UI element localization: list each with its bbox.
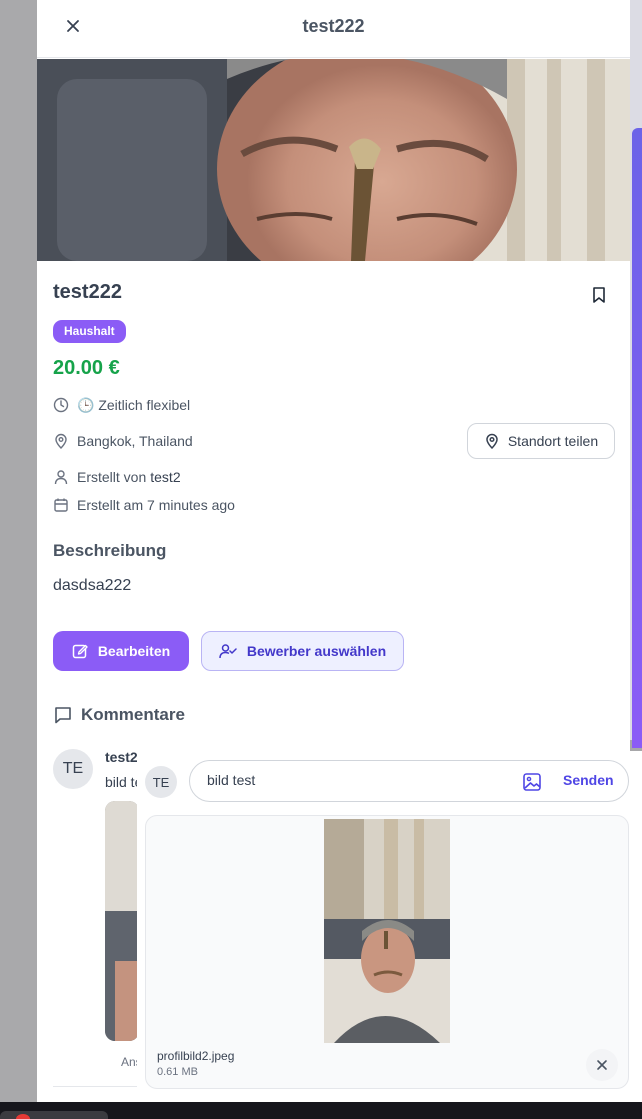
location-text: Bangkok, Thailand <box>77 433 193 449</box>
time-text: 🕒 Zeitlich flexibel <box>77 396 191 413</box>
comment-input[interactable] <box>207 772 487 788</box>
image-icon <box>523 773 541 791</box>
attachment-size: 0.61 MB <box>157 1066 198 1078</box>
panel-header: test222 <box>37 0 630 58</box>
scrollbar[interactable] <box>632 128 642 748</box>
app-indicator-icon <box>16 1114 30 1119</box>
edit-icon <box>72 643 88 659</box>
comments-heading: Kommentare <box>53 705 185 725</box>
edit-button[interactable]: Bearbeiten <box>53 631 189 671</box>
avatar: TE <box>145 766 177 798</box>
select-applicant-button[interactable]: Bewerber auswählen <box>201 631 404 671</box>
attachment-filename: profilbild2.jpeg <box>157 1049 235 1063</box>
attachment-preview: profilbild2.jpeg 0.61 MB <box>145 815 629 1089</box>
share-location-label: Standort teilen <box>507 433 599 449</box>
time-row: 🕒 Zeitlich flexibel <box>53 395 190 415</box>
send-button[interactable]: Senden <box>563 772 614 788</box>
comment-image[interactable] <box>105 801 139 1041</box>
comment-composer: TE Senden profilbild2.jpeg 0.61 M <box>137 751 642 1102</box>
created-by-label: Erstellt von <box>77 469 147 485</box>
comment-input-wrapper: Senden <box>189 760 629 802</box>
message-square-icon <box>53 705 73 725</box>
bookmark-icon <box>593 287 605 303</box>
share-location-button[interactable]: Standort teilen <box>467 423 615 459</box>
comment-author: test2 <box>105 749 138 765</box>
os-taskbar <box>0 1102 642 1119</box>
comment-text: bild test <box>105 774 139 790</box>
user-icon <box>53 469 69 485</box>
select-applicant-label: Bewerber auswählen <box>246 643 387 659</box>
calendar-icon <box>53 497 69 513</box>
attachment-image <box>324 819 450 1043</box>
backdrop-left <box>0 0 37 1102</box>
creator-row: Erstellt von test2 <box>53 467 181 487</box>
page-title: test222 <box>302 16 365 36</box>
edit-label: Bearbeiten <box>97 643 171 659</box>
user-check-icon <box>219 643 237 659</box>
job-title: test222 <box>53 281 122 303</box>
description-heading: Beschreibung <box>53 541 167 560</box>
bookmark-button[interactable] <box>588 284 610 306</box>
category-badge: Haushalt <box>53 320 126 343</box>
created-at-text: Erstellt am 7 minutes ago <box>77 497 235 513</box>
map-pin-icon <box>484 433 500 449</box>
remove-attachment-button[interactable] <box>586 1049 618 1081</box>
created-by-user[interactable]: test2 <box>150 469 180 485</box>
clock-icon <box>53 397 69 413</box>
job-price: 20.00 € <box>53 357 120 379</box>
job-hero-image <box>37 59 630 261</box>
image-upload-button[interactable] <box>520 770 544 794</box>
close-icon <box>597 1060 607 1070</box>
description-text: dasdsa222 <box>53 577 132 594</box>
map-pin-icon <box>53 433 69 449</box>
location-row: Bangkok, Thailand <box>53 431 193 451</box>
comments-heading-label: Kommentare <box>81 705 185 724</box>
avatar: TE <box>53 749 93 789</box>
created-at-row: Erstellt am 7 minutes ago <box>53 495 235 515</box>
